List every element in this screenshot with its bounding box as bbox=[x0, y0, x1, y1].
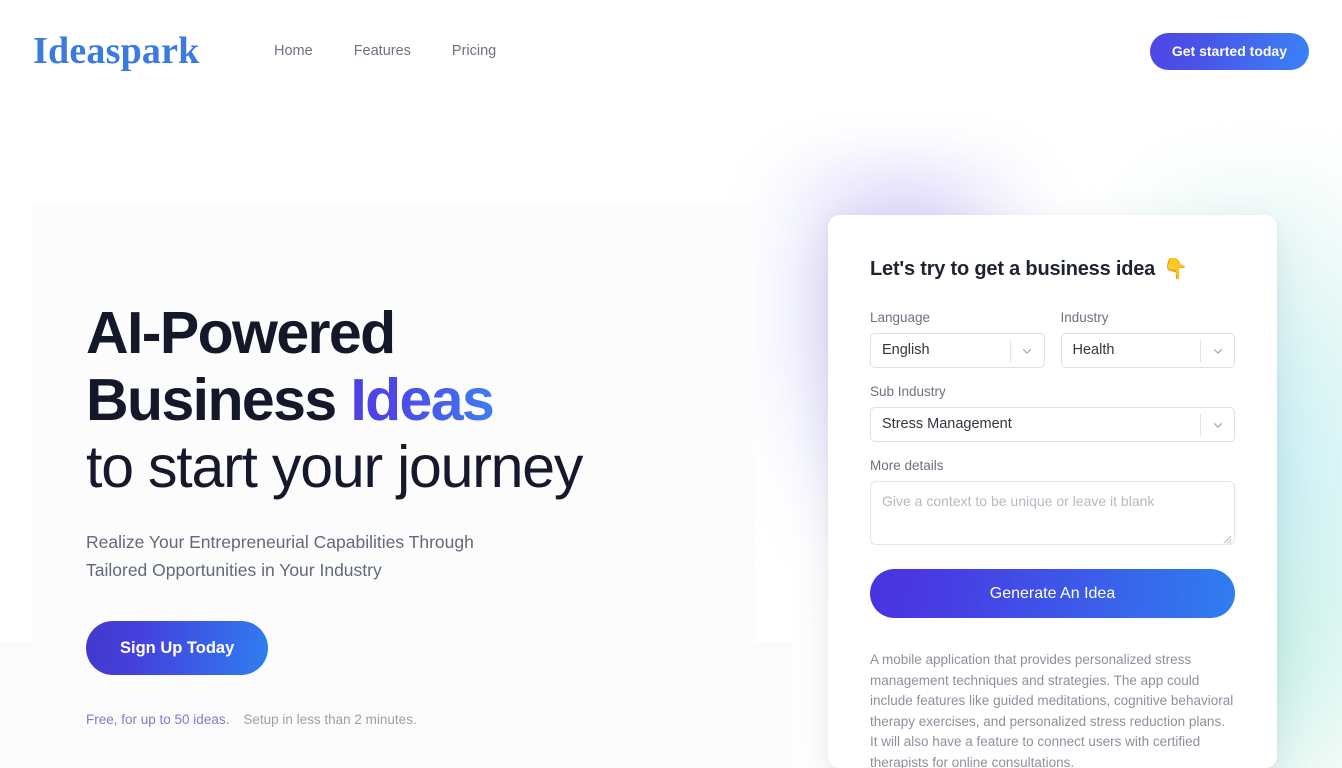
language-select[interactable]: English bbox=[870, 333, 1045, 368]
footnote-free-ideas: Free, for up to 50 ideas. bbox=[86, 712, 230, 727]
hero-heading-line1: AI-Powered bbox=[86, 300, 396, 366]
main-navigation: Home Features Pricing bbox=[274, 41, 496, 61]
brand-logo[interactable]: Ideaspark bbox=[33, 28, 200, 74]
hero-heading: AI-Powered Business Ideas to start your … bbox=[86, 300, 726, 501]
more-details-field: More details Give a context to be unique… bbox=[870, 457, 1235, 545]
language-select-value: English bbox=[882, 342, 930, 358]
resize-handle-icon[interactable] bbox=[1221, 531, 1232, 544]
site-header: Ideaspark Home Features Pricing Get star… bbox=[0, 0, 1342, 103]
chevron-down-icon[interactable] bbox=[1201, 334, 1234, 367]
industry-label: Industry bbox=[1060, 310, 1109, 325]
idea-generator-card: Let's try to get a business idea 👇 Langu… bbox=[828, 215, 1277, 768]
industry-select-value: Health bbox=[1072, 342, 1115, 358]
card-title: Let's try to get a business idea 👇 bbox=[870, 255, 1235, 283]
industry-field: Industry Health bbox=[1060, 309, 1235, 368]
sign-up-today-button[interactable]: Sign Up Today bbox=[86, 621, 269, 675]
hero-subtitle: Realize Your Entrepreneurial Capabilitie… bbox=[86, 528, 556, 584]
get-started-button[interactable]: Get started today bbox=[1149, 33, 1309, 70]
pointing-down-hand-icon: 👇 bbox=[1163, 258, 1188, 280]
chevron-down-icon[interactable] bbox=[1201, 408, 1234, 441]
language-label: Language bbox=[870, 310, 931, 325]
sub-industry-select-value: Stress Management bbox=[882, 416, 1012, 432]
hero-heading-accent-ideas: Ideas bbox=[350, 367, 494, 433]
hero-section: AI-Powered Business Ideas to start your … bbox=[86, 300, 726, 729]
hero-subtitle-line2: Tailored Opportunities in Your Industry bbox=[86, 560, 382, 580]
language-industry-row: Language English Industry Health bbox=[870, 309, 1235, 368]
more-details-label: More details bbox=[870, 458, 944, 473]
nav-item-home[interactable]: Home bbox=[274, 41, 313, 61]
generated-idea-result: A mobile application that provides perso… bbox=[870, 652, 1234, 768]
nav-item-features[interactable]: Features bbox=[354, 41, 411, 61]
landing-page: Ideaspark Home Features Pricing Get star… bbox=[0, 0, 1342, 768]
language-field: Language English bbox=[870, 309, 1045, 368]
nav-item-pricing[interactable]: Pricing bbox=[452, 41, 496, 61]
more-details-textarea[interactable]: Give a context to be unique or leave it … bbox=[870, 481, 1235, 545]
hero-subtitle-line1: Realize Your Entrepreneurial Capabilitie… bbox=[86, 532, 474, 552]
sub-industry-field: Sub Industry Stress Management bbox=[870, 383, 1235, 442]
hero-footnote: Free, for up to 50 ideas. Setup in less … bbox=[86, 711, 726, 729]
generate-idea-button[interactable]: Generate An Idea bbox=[870, 569, 1235, 618]
chevron-down-icon[interactable] bbox=[1011, 334, 1044, 367]
hero-heading-line3: to start your journey bbox=[86, 434, 583, 500]
footnote-setup-time: Setup in less than 2 minutes. bbox=[243, 712, 417, 727]
sub-industry-select[interactable]: Stress Management bbox=[870, 407, 1235, 442]
more-details-placeholder: Give a context to be unique or leave it … bbox=[882, 493, 1155, 509]
industry-select[interactable]: Health bbox=[1060, 333, 1235, 368]
hero-heading-line2-plain: Business bbox=[86, 367, 351, 433]
sub-industry-label: Sub Industry bbox=[870, 384, 946, 399]
card-title-text: Let's try to get a business idea bbox=[870, 258, 1156, 280]
